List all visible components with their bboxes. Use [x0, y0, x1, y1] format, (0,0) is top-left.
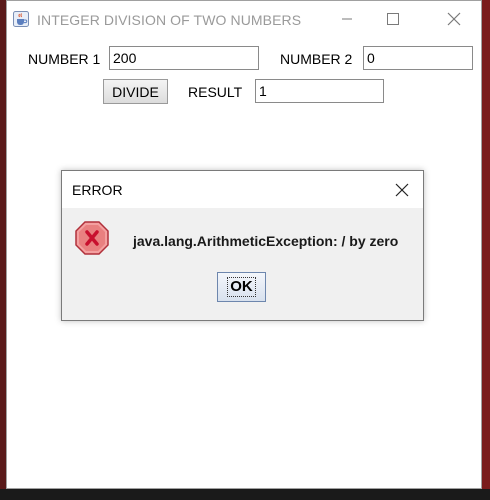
error-icon [75, 221, 109, 255]
close-button[interactable] [431, 1, 477, 37]
minimize-button[interactable] [324, 1, 370, 37]
java-cup-icon [13, 11, 29, 27]
dialog-title: ERROR [72, 182, 123, 198]
divide-button[interactable]: DIVIDE [103, 79, 168, 104]
error-message: java.lang.ArithmeticException: / by zero [133, 233, 399, 249]
maximize-button[interactable] [370, 1, 416, 37]
result-field[interactable] [255, 79, 384, 103]
result-label: RESULT [188, 84, 243, 100]
window-titlebar[interactable]: INTEGER DIVISION OF TWO NUMBERS [7, 1, 481, 37]
error-dialog: ERROR java.lang.ArithmeticException: / b… [61, 170, 424, 321]
dialog-close-button[interactable] [388, 177, 416, 203]
number2-label: NUMBER 2 [280, 51, 353, 67]
maximize-icon [387, 13, 399, 25]
minimize-icon [342, 18, 352, 20]
number2-input[interactable] [363, 46, 473, 70]
desktop-background-right [482, 0, 490, 500]
desktop-background-bottom [0, 489, 490, 500]
number1-input[interactable] [109, 46, 259, 70]
close-icon [447, 12, 461, 26]
close-icon [395, 183, 409, 197]
ok-button-label: OK [227, 277, 256, 297]
dialog-titlebar[interactable]: ERROR [62, 171, 423, 208]
number1-label: NUMBER 1 [28, 51, 101, 67]
ok-button[interactable]: OK [217, 272, 266, 302]
window-title: INTEGER DIVISION OF TWO NUMBERS [37, 12, 302, 28]
